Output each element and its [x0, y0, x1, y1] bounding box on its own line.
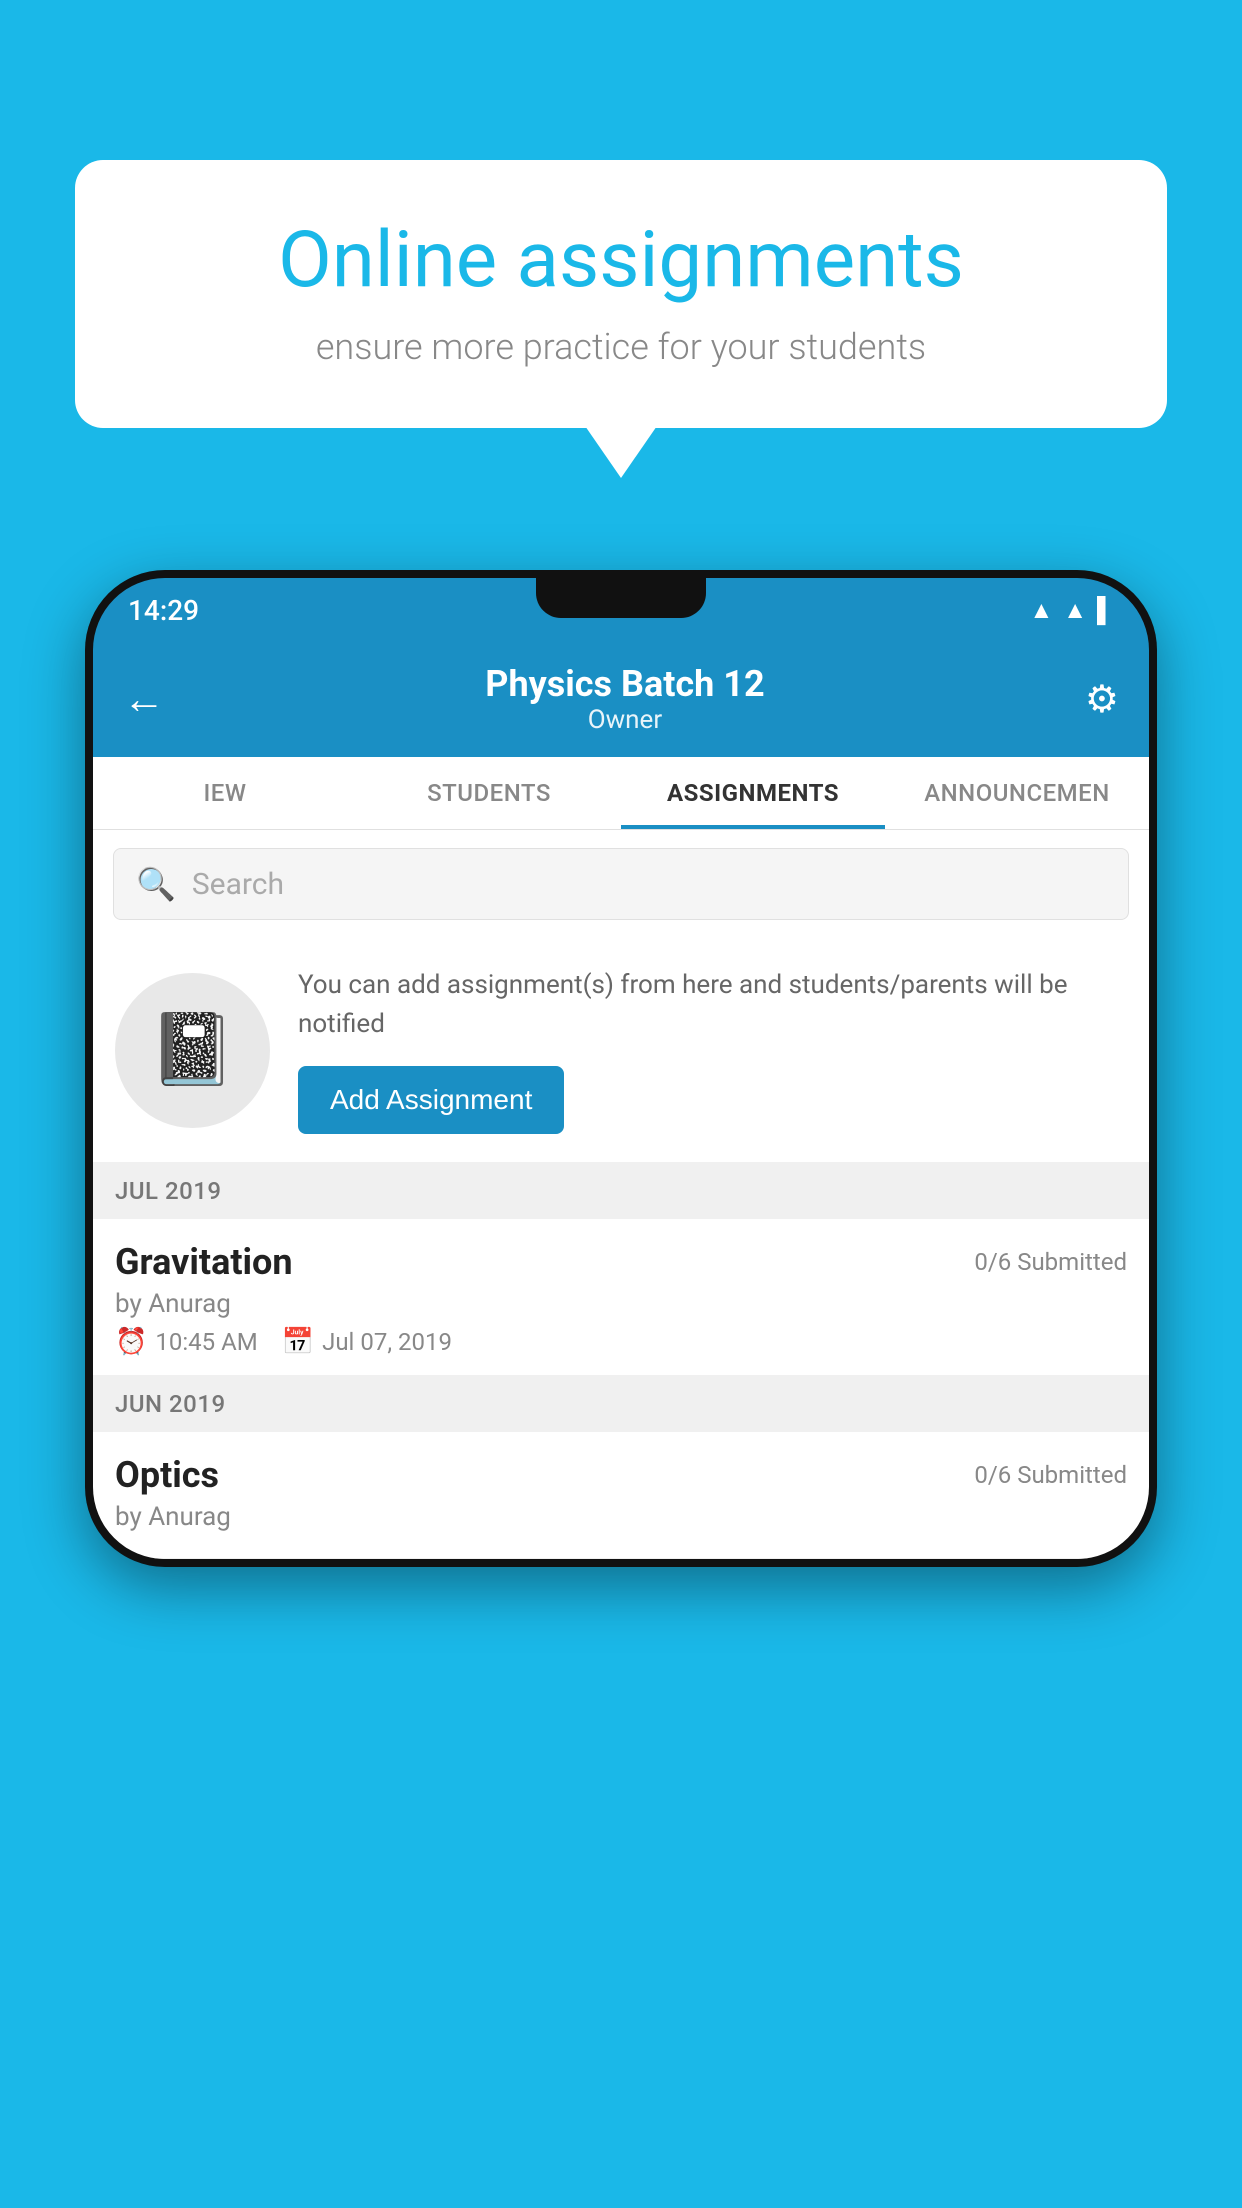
- assignment-optics-row1: Optics 0/6 Submitted: [115, 1454, 1127, 1496]
- add-assignment-button[interactable]: Add Assignment: [298, 1066, 564, 1134]
- section-header-jun: JUN 2019: [93, 1376, 1149, 1432]
- section-header-jul: JUL 2019: [93, 1163, 1149, 1219]
- back-button[interactable]: ←: [123, 675, 165, 724]
- search-input[interactable]: Search: [192, 867, 284, 902]
- assignment-name: Gravitation: [115, 1241, 293, 1283]
- assignment-time: 10:45 AM: [155, 1328, 257, 1356]
- notebook-icon: 📓: [149, 1009, 236, 1091]
- status-time: 14:29: [128, 594, 199, 627]
- app-header: ← Physics Batch 12 Owner ⚙: [93, 643, 1149, 757]
- speech-bubble-subtitle: ensure more practice for your students: [145, 326, 1097, 368]
- signal-icon: ▲: [1063, 596, 1087, 625]
- wifi-icon: ▲: [1029, 596, 1053, 625]
- phone: 14:29 ▲ ▲ ▌ ← Physics Batch 12 Owner ⚙: [85, 570, 1157, 1567]
- meta-date: 📅 Jul 07, 2019: [282, 1327, 452, 1357]
- search-bar-container: 🔍 Search: [93, 830, 1149, 938]
- phone-screen: 14:29 ▲ ▲ ▌ ← Physics Batch 12 Owner ⚙: [93, 578, 1149, 1559]
- assignment-row1: Gravitation 0/6 Submitted: [115, 1241, 1127, 1283]
- assignment-optics[interactable]: Optics 0/6 Submitted by Anurag: [93, 1432, 1149, 1559]
- assignment-optics-author: by Anurag: [115, 1502, 1127, 1532]
- assignment-status: 0/6 Submitted: [974, 1248, 1127, 1276]
- meta-time: ⏰ 10:45 AM: [115, 1327, 258, 1357]
- tab-assignments[interactable]: ASSIGNMENTS: [621, 757, 885, 829]
- battery-icon: ▌: [1097, 596, 1114, 625]
- section-label-jun: JUN 2019: [115, 1390, 226, 1418]
- screen-content: 🔍 Search 📓 You can add assignment(s) fro…: [93, 830, 1149, 1559]
- calendar-icon: 📅: [282, 1327, 314, 1357]
- clock-icon: ⏰: [115, 1327, 147, 1357]
- assignment-optics-status: 0/6 Submitted: [974, 1461, 1127, 1489]
- speech-bubble: Online assignments ensure more practice …: [75, 160, 1167, 428]
- settings-button[interactable]: ⚙: [1085, 677, 1119, 722]
- header-title-area: Physics Batch 12 Owner: [485, 663, 764, 735]
- assignment-gravitation[interactable]: Gravitation 0/6 Submitted by Anurag ⏰ 10…: [93, 1219, 1149, 1376]
- tab-announcements[interactable]: ANNOUNCEMEN: [885, 757, 1149, 829]
- speech-bubble-title: Online assignments: [145, 215, 1097, 306]
- promo-icon-circle: 📓: [115, 973, 270, 1128]
- header-subtitle: Owner: [485, 705, 764, 735]
- promo-content: You can add assignment(s) from here and …: [298, 966, 1127, 1134]
- section-label-jul: JUL 2019: [115, 1177, 222, 1205]
- status-bar: 14:29 ▲ ▲ ▌: [93, 578, 1149, 643]
- assignment-meta: ⏰ 10:45 AM 📅 Jul 07, 2019: [115, 1327, 1127, 1357]
- notch: [536, 578, 706, 618]
- speech-bubble-box: Online assignments ensure more practice …: [75, 160, 1167, 428]
- assignment-author: by Anurag: [115, 1289, 1127, 1319]
- search-bar[interactable]: 🔍 Search: [113, 848, 1129, 920]
- phone-frame: 14:29 ▲ ▲ ▌ ← Physics Batch 12 Owner ⚙: [85, 570, 1157, 1567]
- search-icon: 🔍: [136, 865, 176, 903]
- tab-iew[interactable]: IEW: [93, 757, 357, 829]
- assignment-date: Jul 07, 2019: [322, 1328, 452, 1356]
- tab-students[interactable]: STUDENTS: [357, 757, 621, 829]
- promo-card: 📓 You can add assignment(s) from here an…: [93, 938, 1149, 1163]
- tabs-bar: IEW STUDENTS ASSIGNMENTS ANNOUNCEMEN: [93, 757, 1149, 830]
- header-title: Physics Batch 12: [485, 663, 764, 705]
- promo-text: You can add assignment(s) from here and …: [298, 966, 1127, 1044]
- status-icons: ▲ ▲ ▌: [1029, 596, 1114, 625]
- assignment-optics-name: Optics: [115, 1454, 219, 1496]
